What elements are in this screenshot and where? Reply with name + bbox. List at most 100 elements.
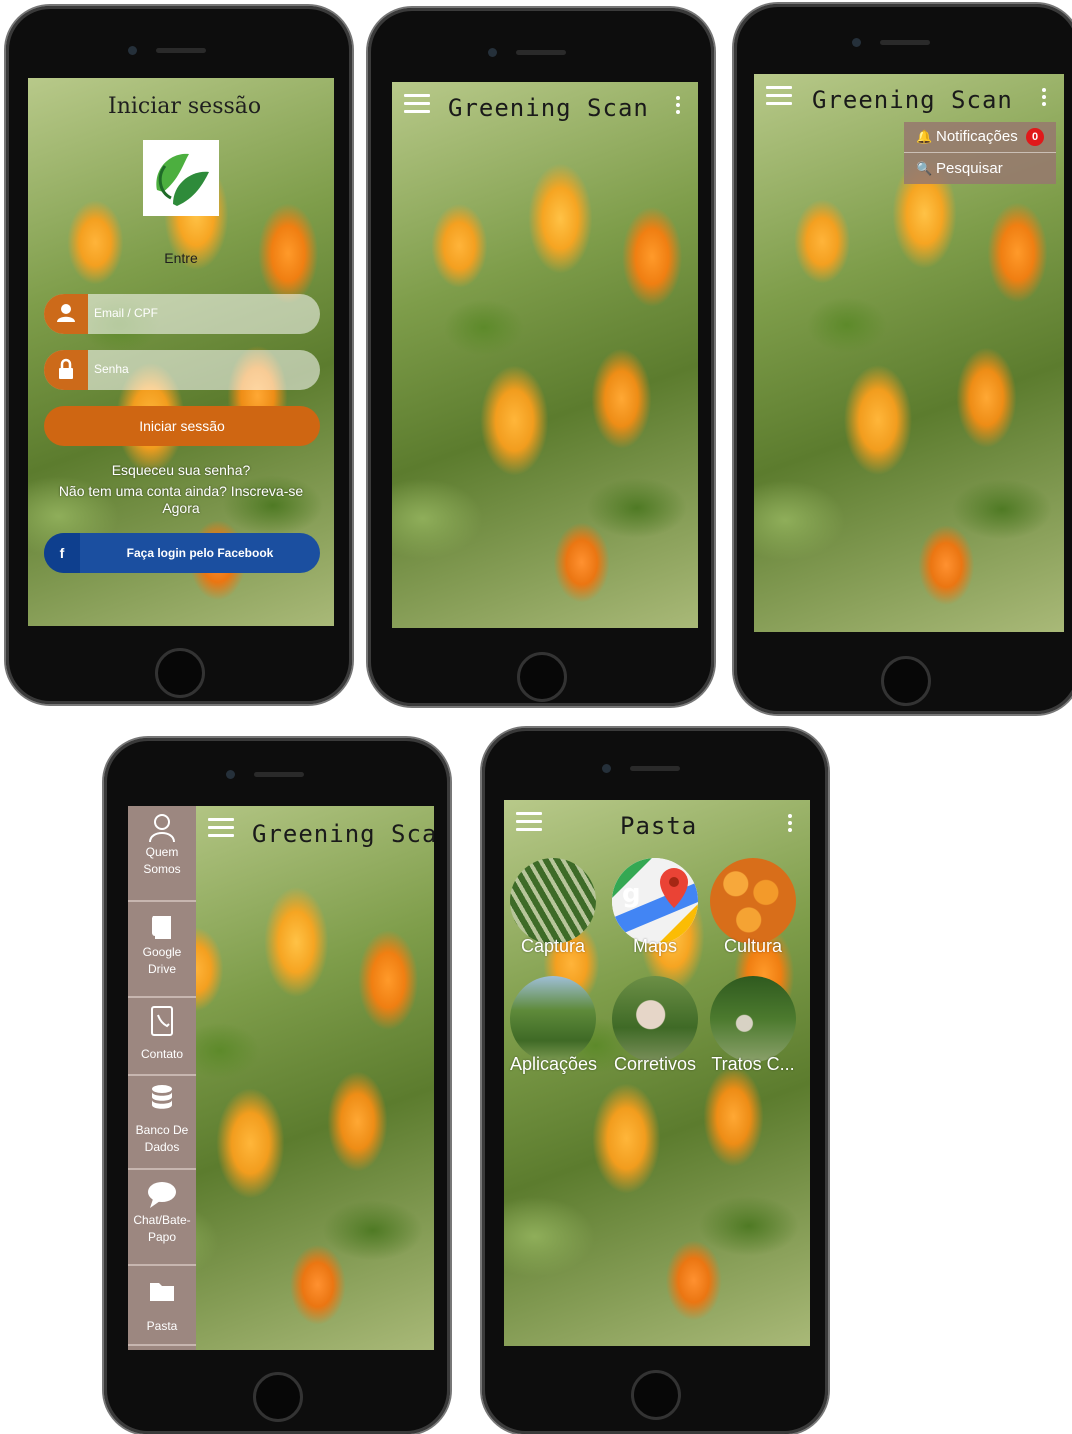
- user-icon: [149, 814, 175, 843]
- signup-link[interactable]: Não tem uma conta ainda? Inscreva-se: [28, 483, 334, 499]
- hamburger-menu-icon[interactable]: [404, 94, 430, 114]
- front-camera: [128, 46, 137, 55]
- more-options-icon[interactable]: [788, 814, 794, 835]
- folder-tile-maps[interactable]: g Maps: [612, 858, 698, 957]
- home-button[interactable]: [155, 648, 205, 698]
- facebook-icon: f: [44, 533, 80, 573]
- tile-label: Tratos C...: [711, 1054, 795, 1074]
- lock-icon: [44, 350, 88, 390]
- app-title: Greening Sca: [252, 820, 434, 848]
- sidebar-item-contato[interactable]: Contato: [128, 998, 196, 1076]
- folder-screen: Pasta Captura g Maps Cultura Aplicações …: [504, 800, 810, 1346]
- aerial-field-image: [510, 858, 596, 944]
- sidebar-item-label-line2: Drive: [147, 962, 176, 976]
- side-navigation: Quem Somos Google Drive Contato Banco De…: [128, 806, 196, 1350]
- page-title: Iniciar sessão: [108, 94, 262, 119]
- folder-tile-captura[interactable]: Captura: [510, 858, 596, 957]
- sidebar-item-quem-somos[interactable]: Quem Somos: [128, 806, 196, 902]
- password-field[interactable]: Senha: [44, 350, 320, 390]
- speaker-grille: [516, 50, 566, 55]
- email-placeholder: Email / CPF: [94, 306, 159, 320]
- tile-label: Corretivos: [613, 1054, 697, 1074]
- tile-label: Captura: [520, 936, 586, 956]
- sidebar-item-pasta[interactable]: Pasta: [128, 1266, 196, 1346]
- researcher-image: [612, 976, 698, 1062]
- tile-label: Cultura: [723, 936, 783, 956]
- sidebar-item-label: Contato: [140, 1047, 184, 1061]
- folder-tile-corretivos[interactable]: Corretivos: [612, 976, 698, 1075]
- home-button[interactable]: [881, 656, 931, 706]
- search-icon: 🔍: [916, 161, 933, 176]
- hamburger-menu-icon[interactable]: [516, 812, 542, 832]
- chat-bubble-icon: [148, 1182, 176, 1208]
- leaf-logo-icon: [156, 153, 209, 206]
- menu-screen: Greening Scan 🔔 Notificações 0 🔍 Pesquis…: [754, 74, 1064, 632]
- app-title: Greening Scan: [448, 94, 649, 122]
- front-camera: [852, 38, 861, 47]
- email-field[interactable]: Email / CPF: [44, 294, 320, 334]
- folder-tile-tratos[interactable]: Tratos C...: [710, 976, 796, 1075]
- speaker-grille: [254, 772, 304, 777]
- notification-count-badge: 0: [1026, 128, 1044, 146]
- facebook-login-button[interactable]: f Faça login pelo Facebook: [44, 533, 320, 573]
- contact-book-icon: [151, 1006, 173, 1036]
- speaker-grille: [630, 766, 680, 771]
- folder-tile-aplicacoes[interactable]: Aplicações: [510, 976, 598, 1075]
- home-screen: Greening Scan: [392, 82, 698, 628]
- tile-label: Aplicações: [510, 1054, 598, 1074]
- folder-icon: [150, 1283, 174, 1301]
- page-title: Pasta: [620, 812, 698, 840]
- login-screen: Iniciar sessão Entre Email / CPF Senha I…: [28, 78, 334, 626]
- database-icon: [152, 1085, 172, 1109]
- maps-icon: g: [612, 858, 698, 944]
- app-logo: [143, 140, 219, 216]
- home-button[interactable]: [253, 1372, 303, 1422]
- facebook-button-label: Faça login pelo Facebook: [126, 546, 274, 560]
- tile-label: Maps: [632, 936, 677, 956]
- hamburger-menu-icon[interactable]: [208, 818, 234, 838]
- front-camera: [602, 764, 611, 773]
- app-title: Greening Scan: [812, 86, 1013, 114]
- phone-home: Greening Scan: [368, 8, 714, 706]
- sidebar-item-label: Banco De: [135, 1123, 189, 1137]
- password-placeholder: Senha: [94, 362, 129, 376]
- home-button[interactable]: [517, 652, 567, 702]
- notifications-label: Notificações: [936, 128, 1018, 145]
- folder-tile-cultura[interactable]: Cultura: [710, 858, 796, 957]
- more-options-icon[interactable]: [676, 96, 682, 117]
- subtitle: Entre: [164, 250, 198, 266]
- dropdown-item-notifications[interactable]: 🔔 Notificações 0: [904, 122, 1056, 153]
- sidebar-item-banco-de-dados[interactable]: Banco De Dados: [128, 1076, 196, 1170]
- more-options-icon[interactable]: [1042, 88, 1048, 109]
- orchard-worker-image: [510, 976, 596, 1062]
- phone-folder: Pasta Captura g Maps Cultura Aplicações …: [482, 728, 828, 1434]
- sidebar-item-label-line2: Dados: [144, 1140, 180, 1154]
- sidebar-item-google-drive[interactable]: Google Drive: [128, 902, 196, 998]
- front-camera: [226, 770, 235, 779]
- sidebar-item-label: Chat/Bate-: [133, 1213, 191, 1227]
- home-button[interactable]: [631, 1370, 681, 1420]
- book-icon: [152, 916, 171, 939]
- phone-login: Iniciar sessão Entre Email / CPF Senha I…: [6, 6, 352, 704]
- signup-link-line2[interactable]: Agora: [28, 500, 334, 516]
- sidebar-item-label-line2: Papo: [147, 1230, 177, 1244]
- front-camera: [488, 48, 497, 57]
- login-button[interactable]: Iniciar sessão: [44, 406, 320, 446]
- user-icon: [44, 294, 88, 334]
- dropdown-item-search[interactable]: 🔍 Pesquisar: [904, 154, 1056, 184]
- speaker-grille: [156, 48, 206, 53]
- sidebar-item-label: Google: [142, 945, 182, 959]
- sidebar-item-label-line2: Somos: [143, 862, 181, 876]
- hamburger-menu-icon[interactable]: [766, 86, 792, 106]
- bell-icon: 🔔: [916, 129, 933, 144]
- sidebar-screen: Greening Sca Quem Somos Google Drive Con…: [128, 806, 434, 1350]
- phone-menu: Greening Scan 🔔 Notificações 0 🔍 Pesquis…: [734, 4, 1072, 714]
- svg-text:g: g: [622, 879, 641, 909]
- sidebar-item-label: Quem: [145, 845, 179, 859]
- forgot-password-link[interactable]: Esqueceu sua senha?: [28, 462, 334, 478]
- options-dropdown: 🔔 Notificações 0 🔍 Pesquisar: [904, 122, 1056, 184]
- phone-sidebar: Greening Sca Quem Somos Google Drive Con…: [104, 738, 450, 1434]
- sidebar-item-chat[interactable]: Chat/Bate- Papo: [128, 1170, 196, 1266]
- orchard-image: [710, 976, 796, 1062]
- oranges-image: [710, 858, 796, 944]
